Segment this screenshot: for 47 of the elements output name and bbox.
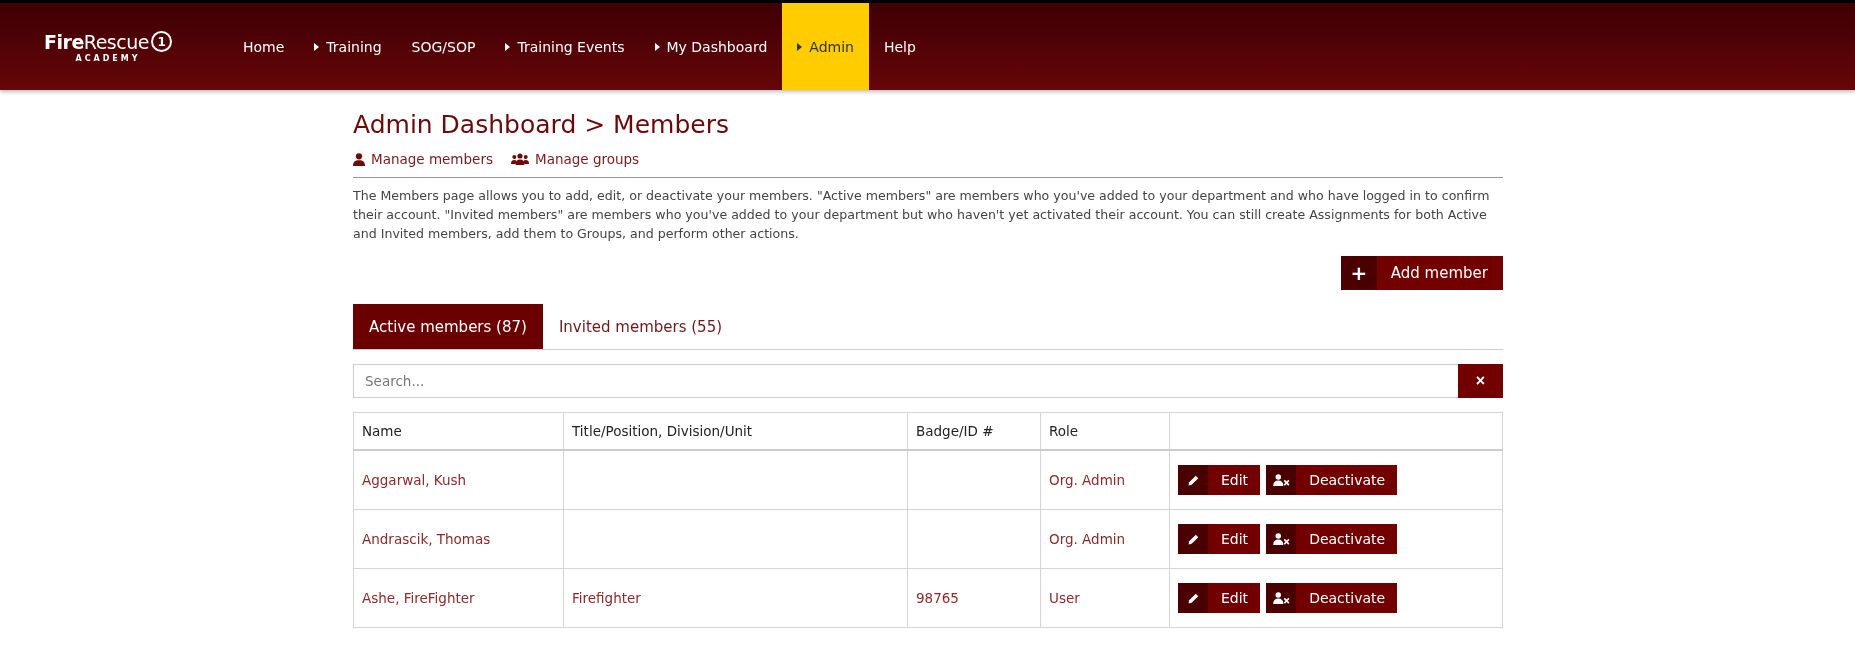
search-field[interactable]: Search... bbox=[353, 364, 1458, 398]
page-title: Admin Dashboard > Members bbox=[353, 110, 730, 139]
table-cell: Org. Admin bbox=[1049, 531, 1126, 547]
deactivate-button[interactable]: Deactivate bbox=[1266, 465, 1398, 495]
edit-button[interactable]: Edit bbox=[1178, 583, 1261, 613]
remove-user-icon bbox=[1272, 474, 1290, 486]
nav-item[interactable]: SOG/SOP bbox=[396, 3, 491, 90]
table-cell: Org. Admin bbox=[1049, 472, 1126, 488]
column-header: Role bbox=[1040, 412, 1170, 450]
add-member-button[interactable]: + Add member bbox=[1340, 256, 1503, 290]
column-header: Badge/ID # bbox=[907, 412, 1041, 450]
pencil-icon bbox=[1187, 533, 1199, 545]
deactivate-button[interactable]: Deactivate bbox=[1266, 524, 1398, 554]
users-icon bbox=[511, 153, 529, 165]
nav-item[interactable]: Admin bbox=[782, 3, 869, 90]
remove-user-icon bbox=[1272, 533, 1290, 545]
description-text: The Members page allows you to add, edit, or deactivate your members. "Active members" are members who you've added to your department and who have logged in to confirm their account. "Invited members" are members who you've added to your department but who haven't yet activated their account. You can still create Assignments for both Active and Invited members, add them to Groups, and perform other actions. bbox=[353, 187, 1491, 243]
column-header: Title/Position, Division/Unit bbox=[563, 412, 908, 450]
member-name-link[interactable]: Andrascik, Thomas bbox=[362, 531, 491, 547]
table-cell: 98765 bbox=[916, 590, 959, 606]
nav-item[interactable]: Training Events bbox=[490, 3, 640, 90]
person-icon bbox=[353, 152, 365, 166]
nav-item[interactable]: Help bbox=[868, 3, 931, 90]
tab[interactable]: Invited members (55) bbox=[542, 304, 739, 349]
clear-search-button[interactable]: × bbox=[1458, 364, 1503, 398]
edit-button[interactable]: Edit bbox=[1178, 465, 1261, 495]
logo-subtitle: ACADEMY bbox=[75, 53, 141, 63]
nav-item[interactable]: Training bbox=[299, 3, 397, 90]
sub-link[interactable]: Manage groups bbox=[511, 151, 640, 167]
nav-item[interactable]: My Dashboard bbox=[639, 3, 783, 90]
remove-user-icon bbox=[1272, 592, 1290, 604]
sub-link[interactable]: Manage members bbox=[353, 151, 493, 167]
logo-text-bold: Fire bbox=[44, 30, 84, 53]
column-header: Name bbox=[353, 412, 564, 450]
tab[interactable]: Active members (87) bbox=[353, 304, 543, 349]
logo[interactable]: FireRescue 1 ACADEMY bbox=[0, 3, 188, 90]
member-name-link[interactable]: Ashe, FireFighter bbox=[362, 590, 475, 606]
pencil-icon bbox=[1187, 592, 1199, 604]
pencil-icon bbox=[1187, 474, 1199, 486]
table-cell: User bbox=[1049, 590, 1080, 606]
table-cell: Firefighter bbox=[572, 590, 641, 606]
nav-item[interactable]: Home bbox=[228, 3, 300, 90]
member-name-link[interactable]: Aggarwal, Kush bbox=[362, 472, 467, 488]
logo-text: Rescue bbox=[83, 30, 149, 53]
deactivate-button[interactable]: Deactivate bbox=[1266, 583, 1398, 613]
logo-number-badge: 1 bbox=[150, 31, 172, 52]
edit-button[interactable]: Edit bbox=[1178, 524, 1261, 554]
